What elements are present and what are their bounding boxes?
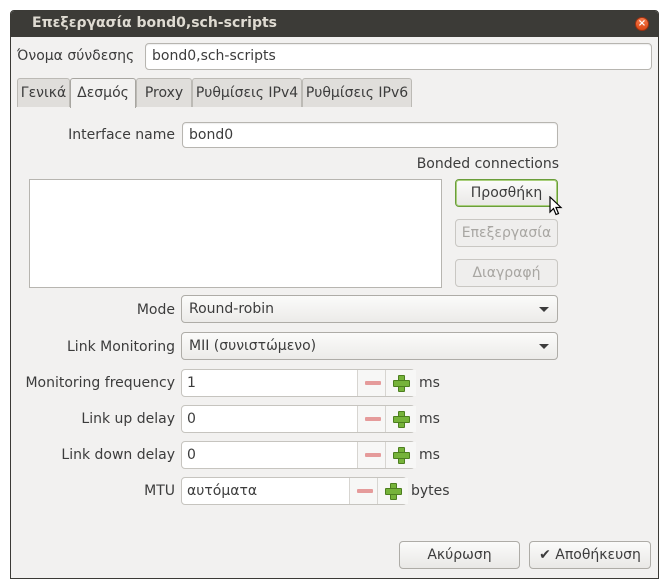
minus-icon [357, 489, 373, 493]
chevron-down-icon [539, 344, 549, 349]
tab-bond[interactable]: Δεσμός [70, 78, 136, 108]
link-down-delay-unit: ms [419, 447, 440, 463]
link-monitoring-dropdown[interactable]: MII (συνιστώμενο) [181, 332, 558, 360]
tab-ipv4-settings[interactable]: Ρυθμίσεις IPv4 [192, 78, 302, 107]
link-monitoring-value: MII (συνιστώμενο) [189, 338, 317, 354]
link-up-delay-value[interactable]: 0 [187, 406, 196, 432]
increment-button[interactable] [385, 406, 416, 432]
link-up-delay-spinner[interactable]: 0 [181, 405, 416, 433]
link-down-delay-label: Link down delay [61, 447, 175, 463]
increment-button[interactable] [377, 478, 408, 504]
tab-ipv6-settings[interactable]: Ρυθμίσεις IPv6 [302, 78, 412, 107]
link-down-delay-spinner[interactable]: 0 [181, 441, 416, 469]
add-button[interactable]: Προσθήκη [455, 179, 558, 207]
mode-value: Round-robin [189, 301, 275, 317]
save-button-label: Αποθήκευση [555, 547, 641, 563]
chevron-down-icon [539, 307, 549, 312]
mouse-pointer-icon [549, 196, 563, 216]
bonded-connections-list[interactable] [29, 179, 442, 288]
minus-icon [365, 381, 381, 385]
plus-icon [393, 411, 410, 428]
connection-name-field[interactable]: bond0,sch-scripts [145, 43, 652, 70]
increment-button[interactable] [385, 442, 416, 468]
cancel-button[interactable]: Ακύρωση [399, 541, 520, 569]
mtu-label: MTU [144, 483, 175, 499]
mode-label: Mode [136, 302, 175, 318]
link-up-delay-label: Link up delay [81, 411, 175, 427]
mode-dropdown[interactable]: Round-robin [181, 295, 558, 323]
decrement-button[interactable] [357, 370, 388, 396]
bonded-connections-label: Bonded connections [416, 156, 559, 172]
edit-button[interactable]: Επεξεργασία [455, 219, 558, 247]
tab-general[interactable]: Γενικά [17, 78, 70, 107]
monitoring-frequency-value[interactable]: 1 [187, 370, 196, 396]
edit-connection-dialog: Επεξεργασία bond0,sch-scripts × Όνομα σύ… [10, 10, 659, 579]
increment-button[interactable] [385, 370, 416, 396]
interface-name-label: Interface name [68, 127, 175, 143]
mtu-spinner[interactable]: αυτόματα [181, 477, 408, 505]
tab-proxy[interactable]: Proxy [136, 78, 192, 107]
plus-icon [385, 483, 402, 500]
link-down-delay-value[interactable]: 0 [187, 442, 196, 468]
minus-icon [365, 417, 381, 421]
window-title: Επεξεργασία bond0,sch-scripts [32, 15, 277, 31]
decrement-button[interactable] [349, 478, 380, 504]
connection-name-label: Όνομα σύνδεσης [17, 48, 135, 64]
interface-name-field[interactable]: bond0 [182, 122, 558, 148]
monitoring-frequency-unit: ms [419, 375, 440, 391]
check-icon: ✔ [539, 547, 551, 563]
mtu-unit: bytes [411, 483, 450, 499]
plus-icon [393, 375, 410, 392]
monitoring-frequency-label: Monitoring frequency [25, 375, 175, 391]
delete-button[interactable]: Διαγραφή [455, 259, 558, 287]
monitoring-frequency-spinner[interactable]: 1 [181, 369, 416, 397]
plus-icon [393, 447, 410, 464]
decrement-button[interactable] [357, 442, 388, 468]
title-bar[interactable]: Επεξεργασία bond0,sch-scripts × [11, 11, 658, 37]
mtu-value[interactable]: αυτόματα [187, 478, 257, 504]
decrement-button[interactable] [357, 406, 388, 432]
link-monitoring-label: Link Monitoring [67, 339, 175, 355]
link-up-delay-unit: ms [419, 411, 440, 427]
minus-icon [365, 453, 381, 457]
close-icon[interactable]: × [635, 17, 649, 31]
save-button[interactable]: ✔ Αποθήκευση [529, 541, 651, 569]
